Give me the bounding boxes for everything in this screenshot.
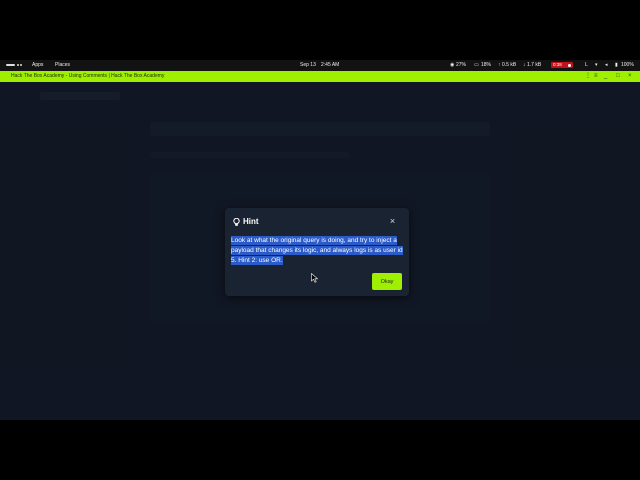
cpu-icon: ◉ — [450, 62, 455, 68]
activities-indicator[interactable] — [6, 64, 22, 67]
maximize-icon[interactable]: □ — [616, 73, 620, 79]
cpu-usage: 27% — [456, 62, 467, 68]
hint-text-selection: Look at what the original query is doing… — [231, 236, 403, 265]
close-icon[interactable]: × — [388, 217, 397, 226]
mouse-cursor-icon — [311, 273, 319, 283]
clock-time[interactable]: 2:45 AM — [321, 63, 339, 68]
minimize-icon[interactable]: _ — [604, 73, 607, 79]
upload-icon: ↑ — [498, 62, 501, 68]
window-menu-icon[interactable]: ⋮ — [585, 73, 591, 79]
window-title-bar[interactable]: Hack The Box Academy - Using Comments | … — [0, 71, 640, 82]
battery-level: 100% — [621, 62, 634, 68]
places-menu[interactable]: Places — [55, 63, 70, 68]
recording-time: 0:38 — [553, 62, 562, 67]
download-icon: ↓ — [523, 62, 526, 68]
network-icon[interactable]: ▾ — [595, 63, 598, 68]
window-list-icon[interactable]: ≡ — [594, 73, 598, 79]
memory-usage: 18% — [481, 62, 492, 68]
apps-menu[interactable]: Apps — [32, 63, 43, 68]
upload-rate: 0.5 kB — [502, 62, 517, 68]
hint-dialog-header: Hint — [233, 217, 259, 227]
download-rate: 1.7 kB — [527, 62, 542, 68]
window-close-icon[interactable]: × — [628, 73, 632, 79]
clock-date[interactable]: Sep 13 — [300, 63, 316, 68]
memory-icon: ▭ — [474, 62, 479, 68]
window-title: Hack The Box Academy - Using Comments | … — [11, 73, 165, 79]
system-top-bar: Apps Places Sep 13 2:45 AM ◉ 27% ▭ 18% ↑… — [0, 60, 640, 71]
record-stop-icon — [568, 63, 571, 67]
volume-icon[interactable]: ◂ — [605, 63, 608, 68]
lightbulb-icon — [233, 217, 240, 226]
recording-indicator[interactable]: 0:38 — [551, 62, 573, 68]
hint-dialog-title: Hint — [243, 217, 259, 226]
okay-button[interactable]: Okay — [372, 273, 402, 290]
keyboard-layout[interactable]: L — [585, 63, 588, 68]
battery-icon[interactable]: ▮ — [615, 63, 618, 68]
hint-text[interactable]: Look at what the original query is doing… — [231, 236, 403, 266]
